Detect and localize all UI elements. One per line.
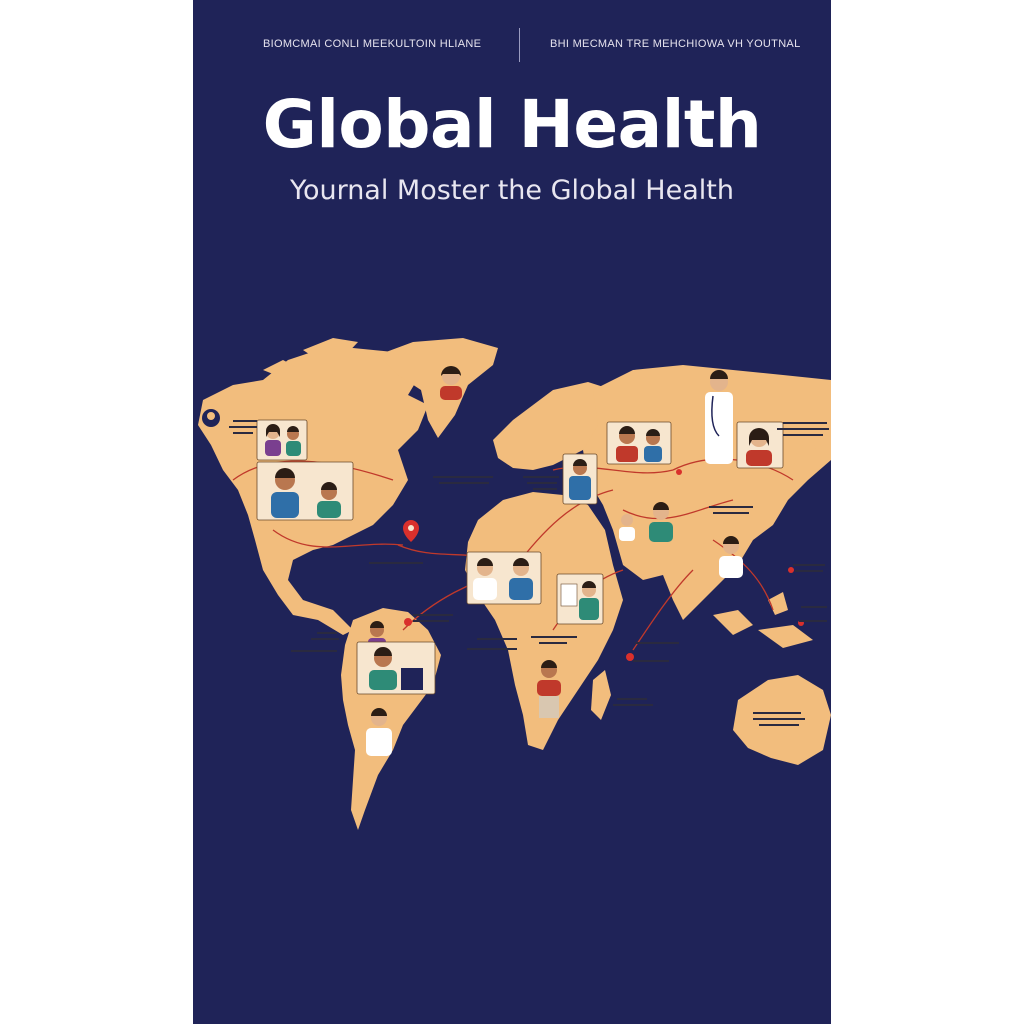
- cover-subtitle: Yournal Moster the Global Health: [290, 175, 734, 206]
- south-america-landmass: [341, 608, 441, 830]
- cover-title: Global Health: [262, 86, 762, 163]
- world-map-illustration: [198, 338, 831, 830]
- person-portrait-icon: [562, 453, 598, 505]
- journal-cover: BIOMCMAI CONLI MEEKULTOIN HLIANE BHI MEC…: [193, 0, 831, 1024]
- location-pin-icon: [626, 653, 634, 661]
- cover-header: BIOMCMAI CONLI MEEKULTOIN HLIANE BHI MEC…: [193, 28, 831, 62]
- person-portrait-icon: [256, 419, 308, 461]
- header-left-text: BIOMCMAI CONLI MEEKULTOIN HLIANE: [263, 38, 482, 50]
- madagascar-landmass: [591, 670, 611, 720]
- location-pin-icon: [403, 520, 419, 542]
- doctor-portrait-icon: [556, 573, 604, 625]
- location-pin-icon: [788, 567, 794, 573]
- location-pin-icon: [676, 469, 682, 475]
- person-portrait-icon: [736, 421, 784, 469]
- southeast-asia-islands: [713, 592, 813, 648]
- person-portrait-icon: [606, 421, 672, 465]
- person-portrait-icon: [466, 551, 542, 605]
- location-pin-icon: [404, 618, 412, 626]
- person-portrait-icon: [256, 461, 354, 521]
- header-right-text: BHI MECMAN TRE MEHCHIOWA VH YOUTNAL: [550, 38, 801, 50]
- dark-icon-northwest: [202, 409, 220, 427]
- header-divider: [519, 28, 520, 62]
- person-portrait-icon: [356, 641, 436, 695]
